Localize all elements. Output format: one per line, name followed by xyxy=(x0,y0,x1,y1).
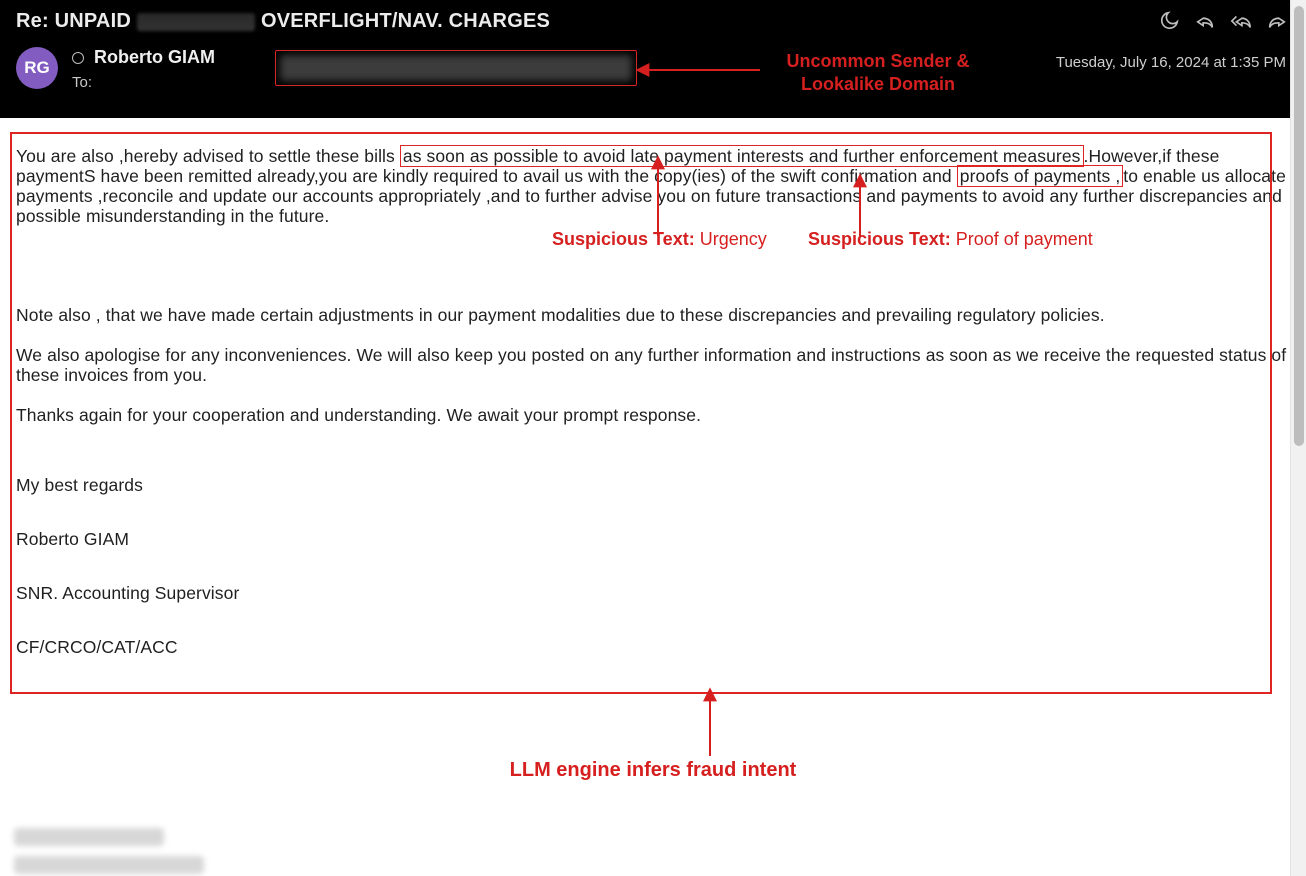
dark-mode-icon[interactable] xyxy=(1158,10,1180,32)
sig-regards: My best regards xyxy=(16,475,1290,495)
body-p3: We also apologise for any inconveniences… xyxy=(16,345,1290,385)
email-viewer: Re: UNPAID OVERFLIGHT/NAV. CHARGES RG xyxy=(0,0,1306,876)
email-subject: Re: UNPAID OVERFLIGHT/NAV. CHARGES xyxy=(16,10,1290,33)
forward-icon[interactable] xyxy=(1266,10,1288,32)
proof-phrase-highlight: proofs of payments , xyxy=(957,165,1124,187)
redacted-signature-block xyxy=(14,818,314,876)
to-label: To: xyxy=(72,74,1290,91)
vertical-scrollbar[interactable] xyxy=(1290,0,1306,876)
redacted-subject-fragment xyxy=(137,13,255,31)
body-p2: Note also , that we have made certain ad… xyxy=(16,305,1290,325)
subject-prefix: Re: UNPAID xyxy=(16,10,131,33)
sender-address-highlight xyxy=(275,50,637,86)
sig-title: SNR. Accounting Supervisor xyxy=(16,583,1290,603)
email-body-text: You are also ,hereby advised to settle t… xyxy=(10,136,1296,658)
subject-suffix: OVERFLIGHT/NAV. CHARGES xyxy=(261,10,550,33)
reply-all-icon[interactable] xyxy=(1230,10,1252,32)
header-toolbar xyxy=(1158,10,1288,32)
presence-icon xyxy=(72,52,84,64)
email-timestamp: Tuesday, July 16, 2024 at 1:35 PM xyxy=(1056,54,1286,71)
annotation-gap xyxy=(16,247,1290,305)
body-p4: Thanks again for your cooperation and un… xyxy=(16,405,1290,425)
avatar: RG xyxy=(16,47,58,89)
urgency-phrase-highlight: as soon as possible to avoid late paymen… xyxy=(400,145,1084,167)
scrollbar-thumb[interactable] xyxy=(1294,6,1304,446)
email-body-area: You are also ,hereby advised to settle t… xyxy=(0,118,1306,876)
sig-name: Roberto GIAM xyxy=(16,529,1290,549)
reply-icon[interactable] xyxy=(1194,10,1216,32)
email-header: Re: UNPAID OVERFLIGHT/NAV. CHARGES RG xyxy=(0,0,1306,118)
sig-dept: CF/CRCO/CAT/ACC xyxy=(16,637,1290,657)
sender-name: Roberto GIAM xyxy=(94,47,215,68)
body-p1a: You are also ,hereby advised to settle t… xyxy=(16,146,400,166)
gap xyxy=(16,445,1290,475)
